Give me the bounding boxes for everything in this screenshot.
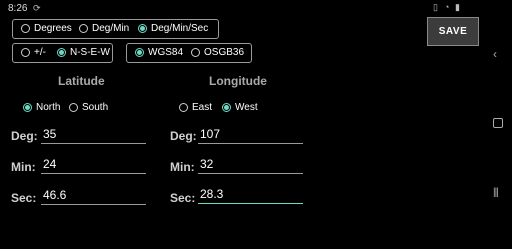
lat-deg-label: Deg:	[11, 129, 38, 143]
battery-icon: ▮	[455, 2, 460, 12]
degrees-radio[interactable]	[21, 24, 30, 33]
north-radio[interactable]	[23, 103, 32, 112]
back-nav-icon[interactable]: ‹	[493, 47, 497, 61]
west-label: West	[235, 102, 258, 113]
lon-sec-label: Sec:	[170, 191, 196, 205]
nsew-label: N-S-E-W	[70, 47, 110, 58]
plus-minus-label: +/-	[34, 47, 46, 58]
deg-min-option[interactable]: Deg/Min	[79, 23, 129, 34]
east-radio[interactable]	[179, 103, 188, 112]
deg-min-label: Deg/Min	[92, 23, 130, 34]
east-option[interactable]: East	[179, 102, 212, 113]
lat-min-label: Min:	[11, 160, 36, 174]
deg-min-radio[interactable]	[79, 24, 88, 33]
lat-min-input[interactable]: 24	[41, 156, 146, 174]
wifi-icon: ◔	[444, 2, 450, 12]
lon-deg-input[interactable]: 107	[198, 126, 303, 144]
wgs84-option[interactable]: WGS84	[135, 47, 183, 58]
west-option[interactable]: West	[222, 102, 258, 113]
degrees-option[interactable]: Degrees	[21, 23, 72, 34]
save-button[interactable]: SAVE	[427, 17, 479, 46]
plus-minus-option[interactable]: +/-	[21, 47, 46, 58]
nsew-radio[interactable]	[57, 48, 66, 57]
lon-min-label: Min:	[170, 160, 195, 174]
osgb36-label: OSGB36	[204, 47, 245, 58]
recents-nav-icon[interactable]: |||	[493, 187, 499, 198]
plus-minus-radio[interactable]	[21, 48, 30, 57]
datum-radio-group: WGS84 OSGB36	[126, 43, 252, 63]
wgs84-radio[interactable]	[135, 48, 144, 57]
status-time: 8:26	[8, 3, 28, 14]
lat-sec-label: Sec:	[11, 191, 37, 205]
lon-deg-label: Deg:	[170, 129, 197, 143]
sign-radio-group: +/- N-S-E-W	[12, 43, 113, 63]
south-label: South	[82, 102, 109, 113]
latitude-heading: Latitude	[58, 74, 105, 88]
wgs84-label: WGS84	[148, 47, 184, 58]
lat-sec-input[interactable]: 46.6	[41, 187, 146, 205]
longitude-heading: Longitude	[209, 74, 267, 88]
north-option[interactable]: North	[23, 102, 60, 113]
osgb36-option[interactable]: OSGB36	[191, 47, 244, 58]
lat-deg-input[interactable]: 35	[41, 126, 146, 144]
home-nav-icon[interactable]	[493, 118, 503, 128]
deg-min-sec-radio[interactable]	[138, 24, 147, 33]
deg-min-sec-option[interactable]: Deg/Min/Sec	[138, 23, 208, 34]
lon-min-input[interactable]: 32	[198, 156, 303, 174]
deg-min-sec-label: Deg/Min/Sec	[151, 23, 209, 34]
osgb36-radio[interactable]	[191, 48, 200, 57]
south-option[interactable]: South	[69, 102, 108, 113]
lon-sec-input[interactable]: 28.3	[198, 186, 303, 204]
east-label: East	[192, 102, 213, 113]
north-label: North	[36, 102, 61, 113]
format-radio-group: Degrees Deg/Min Deg/Min/Sec	[12, 19, 219, 39]
west-radio[interactable]	[222, 103, 231, 112]
nsew-option[interactable]: N-S-E-W	[57, 47, 110, 58]
south-radio[interactable]	[69, 103, 78, 112]
degrees-label: Degrees	[34, 23, 72, 34]
vibrate-icon: ▯	[433, 2, 438, 12]
sync-icon: ⟳	[33, 3, 41, 13]
